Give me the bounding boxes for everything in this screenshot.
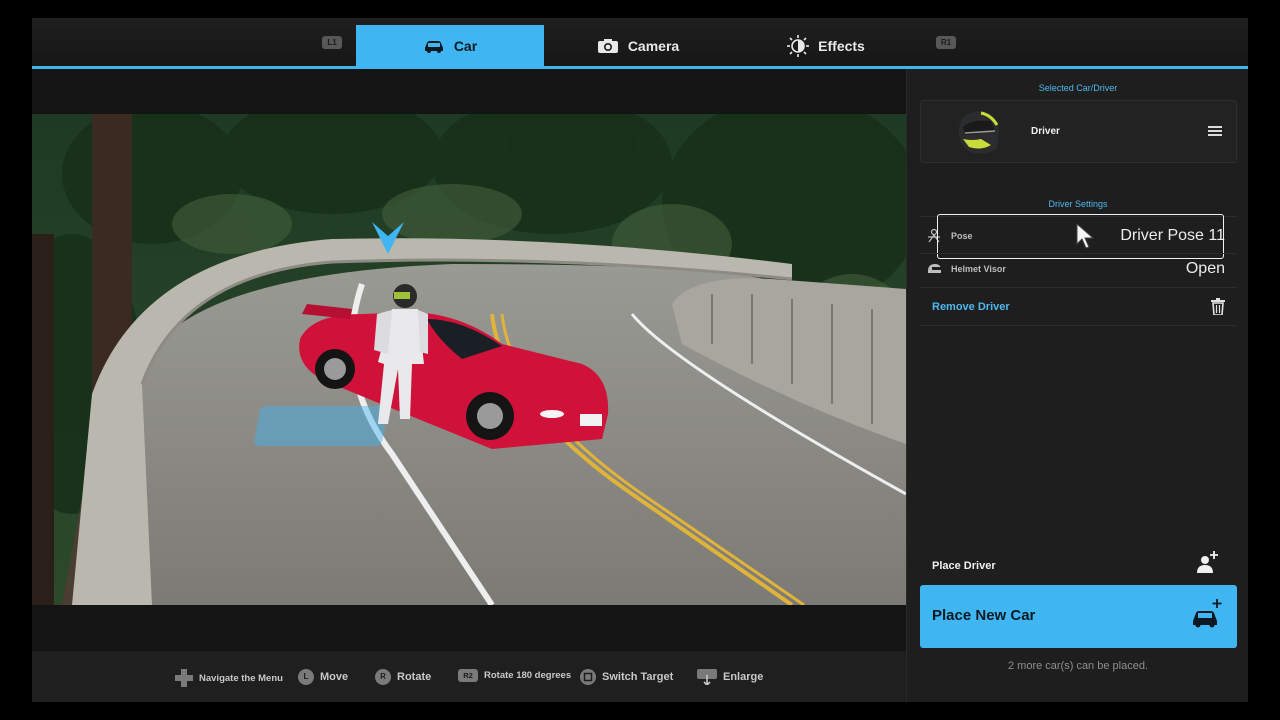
tab-effects[interactable]: Effects (732, 25, 920, 67)
cars-remaining-text: 2 more car(s) can be placed. (1007, 660, 1148, 672)
driver-settings-title: Driver Settings (1048, 199, 1108, 209)
selected-driver-card[interactable]: Driver (920, 100, 1237, 163)
l1-button-hint[interactable]: L1 (322, 36, 342, 49)
hint-rotate-label: Rotate (397, 671, 432, 683)
pose-icon (928, 229, 940, 243)
hint-enlarge-label: Enlarge (723, 671, 764, 683)
cursor-pointer-icon (1076, 223, 1095, 249)
remove-driver-button[interactable]: Remove Driver (920, 293, 1237, 323)
visor-icon (928, 264, 941, 273)
brightness-icon (787, 35, 810, 57)
photo-scene-viewport[interactable] (32, 114, 906, 605)
camera-icon (597, 39, 618, 53)
place-driver-button[interactable]: Place Driver (920, 550, 1237, 584)
hint-switch-target-label: Switch Target (602, 671, 674, 683)
top-tab-bar: L1 Car Camera Effects R1 (32, 18, 1248, 69)
square-button-icon (580, 669, 596, 685)
add-person-icon (1197, 551, 1218, 573)
hint-enlarge: Enlarge (697, 669, 763, 685)
touchpad-icon (697, 669, 717, 685)
hint-rotate-180: R2 Rotate 180 degrees (458, 669, 571, 682)
dpad-icon (175, 669, 193, 687)
r2-button-icon: R2 (458, 669, 478, 682)
divider (920, 287, 1237, 288)
tab-car[interactable]: Car (356, 25, 544, 67)
r-stick-icon: R (375, 669, 391, 685)
car-icon (424, 41, 443, 53)
hamburger-menu-icon[interactable] (1208, 126, 1222, 138)
selected-item-label: Driver (1031, 126, 1060, 137)
hint-navigate-label: Navigate the Menu (199, 672, 283, 684)
hint-rotate-180-label: Rotate 180 degrees (484, 670, 572, 681)
trash-icon (1211, 298, 1225, 315)
tab-camera-label: Camera (627, 38, 680, 54)
tab-camera[interactable]: Camera (544, 25, 732, 67)
hint-move-label: Move (320, 671, 349, 683)
place-new-car-button[interactable]: Place New Car (920, 585, 1237, 648)
place-new-car-label: Place New Car (932, 607, 1036, 624)
settings-panel: Selected Car/Driver Driver Driver Settin… (906, 69, 1248, 702)
helmet-visor-label: Helmet Visor (951, 264, 1006, 274)
helmet-visor-value: Open (1185, 260, 1225, 277)
place-driver-label: Place Driver (932, 560, 996, 572)
scene-illustration (32, 114, 906, 605)
app-frame: L1 Car Camera Effects R1 Selected Car/Dr… (32, 18, 1248, 702)
hint-switch-target: Switch Target (580, 669, 673, 685)
setting-row-helmet-visor[interactable]: Helmet Visor Open (920, 254, 1237, 284)
remove-driver-label: Remove Driver (932, 301, 1010, 313)
l-stick-icon: L (298, 669, 314, 685)
tab-effects-label: Effects (818, 38, 865, 54)
hint-navigate: Navigate the Menu (175, 669, 283, 687)
pose-label: Pose (951, 231, 973, 241)
helmet-thumbnail (958, 111, 999, 154)
divider (920, 325, 1237, 326)
controller-hint-bar: Navigate the Menu L Move R Rotate R2 Rot… (32, 651, 906, 702)
add-car-icon (1193, 599, 1222, 628)
r1-button-hint[interactable]: R1 (936, 36, 956, 49)
hint-move: L Move (298, 669, 348, 685)
tab-car-label: Car (453, 38, 478, 54)
hint-rotate: R Rotate (375, 669, 431, 685)
pose-value: Driver Pose 11 (1120, 227, 1225, 244)
selected-car-driver-title: Selected Car/Driver (1038, 83, 1118, 93)
